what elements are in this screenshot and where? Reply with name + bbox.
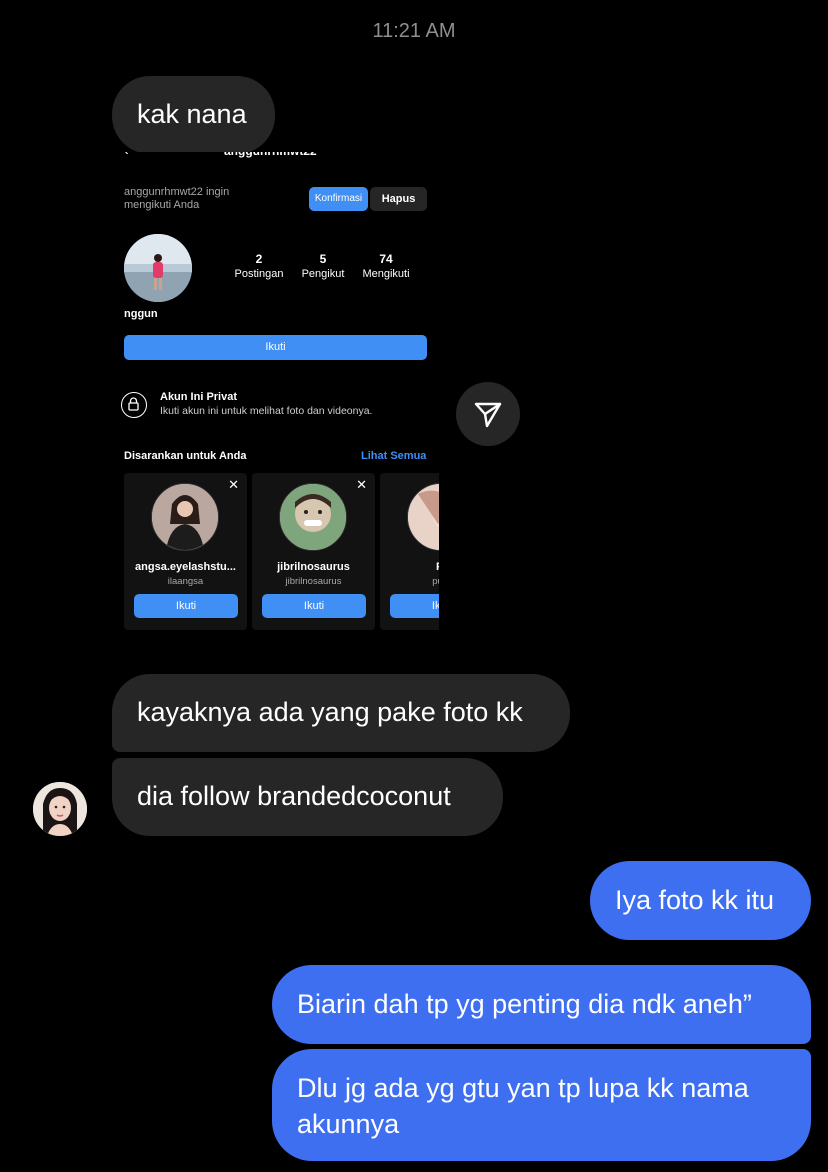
suggestion-card: ✕ angsa.eyelashstu... ilaangsa Ikuti xyxy=(124,473,247,630)
profile-picture xyxy=(124,234,192,302)
sender-avatar[interactable] xyxy=(33,782,87,836)
private-account-subtitle: Ikuti akun ini untuk melihat foto dan vi… xyxy=(160,405,373,417)
posts-stat: 2 Postingan xyxy=(233,252,285,281)
message-bubble-sent[interactable]: Dlu jg ada yg gtu yan tp lupa kk nama ak… xyxy=(272,1049,811,1161)
stat-label: Postingan xyxy=(234,268,284,280)
timestamp: 11:21 AM xyxy=(372,20,456,42)
suggested-title: Disarankan untuk Anda xyxy=(124,450,247,462)
message-text: Dlu jg ada yg gtu yan tp lupa kk nama ak… xyxy=(297,1073,749,1139)
message-bubble-received[interactable]: kayaknya ada yang pake foto kk xyxy=(112,674,570,752)
close-icon: ✕ xyxy=(356,477,367,492)
follow-button: Ikuti xyxy=(390,594,439,618)
suggestion-avatar xyxy=(151,483,219,551)
profile-header-username: anggunrhmwt22 xyxy=(224,152,317,158)
share-button[interactable] xyxy=(456,382,520,446)
close-icon: ✕ xyxy=(228,477,239,492)
suggestion-avatar xyxy=(279,483,347,551)
message-text: kayaknya ada yang pake foto kk xyxy=(137,697,523,727)
message-text: dia follow brandedcoconut xyxy=(137,781,451,811)
suggestion-handle: jibrilnosaurus xyxy=(285,576,342,587)
stat-number: 2 xyxy=(255,252,263,266)
suggestion-handle: ilaangsa xyxy=(167,576,204,587)
suggestion-card: Pt puttt Ikuti xyxy=(380,473,439,630)
stat-number: 74 xyxy=(379,252,393,266)
follow-button: Ikuti xyxy=(262,594,366,618)
follow-request-text: anggunrhmwt22 ingin mengikuti Anda xyxy=(124,186,230,211)
suggestion-card: ✕ jibrilnosaurus jibrilnosaurus Ikuti xyxy=(252,473,375,630)
delete-button: Hapus xyxy=(370,187,427,211)
message-text: kak nana xyxy=(137,99,247,129)
suggestion-avatar xyxy=(407,483,439,551)
see-all-link: Lihat Semua xyxy=(361,450,427,462)
message-text: Biarin dah tp yg penting dia ndk aneh” xyxy=(297,989,752,1019)
stat-label: Mengikuti xyxy=(362,268,410,280)
private-account-title: Akun Ini Privat xyxy=(160,391,238,403)
suggestion-name: jibrilnosaurus xyxy=(277,561,350,573)
suggestion-name: Pt xyxy=(380,561,439,573)
stat-number: 5 xyxy=(319,252,327,266)
message-bubble-sent[interactable]: Iya foto kk itu xyxy=(590,861,811,940)
message-text: Iya foto kk itu xyxy=(615,885,775,915)
profile-display-name: nggun xyxy=(124,308,158,320)
message-bubble-sent[interactable]: Biarin dah tp yg penting dia ndk aneh” xyxy=(272,965,811,1044)
paper-plane-icon xyxy=(474,402,502,428)
back-arrow-icon: ‹ xyxy=(124,152,129,158)
follow-button: Ikuti xyxy=(124,335,427,360)
stat-label: Pengikut xyxy=(301,268,345,280)
suggestion-handle: puttt xyxy=(432,576,439,587)
follow-button: Ikuti xyxy=(134,594,238,618)
suggestion-name: angsa.eyelashstu... xyxy=(135,561,236,573)
following-stat: 74 Mengikuti xyxy=(357,252,415,281)
lock-icon xyxy=(121,392,147,418)
message-bubble-received[interactable]: dia follow brandedcoconut xyxy=(112,758,503,836)
message-bubble-received[interactable]: kak nana xyxy=(112,76,275,154)
shared-screenshot[interactable]: ‹ anggunrhmwt22 anggunrhmwt22 ingin meng… xyxy=(112,152,439,667)
confirm-button: Konfirmasi xyxy=(309,187,368,211)
followers-stat: 5 Pengikut xyxy=(297,252,349,281)
